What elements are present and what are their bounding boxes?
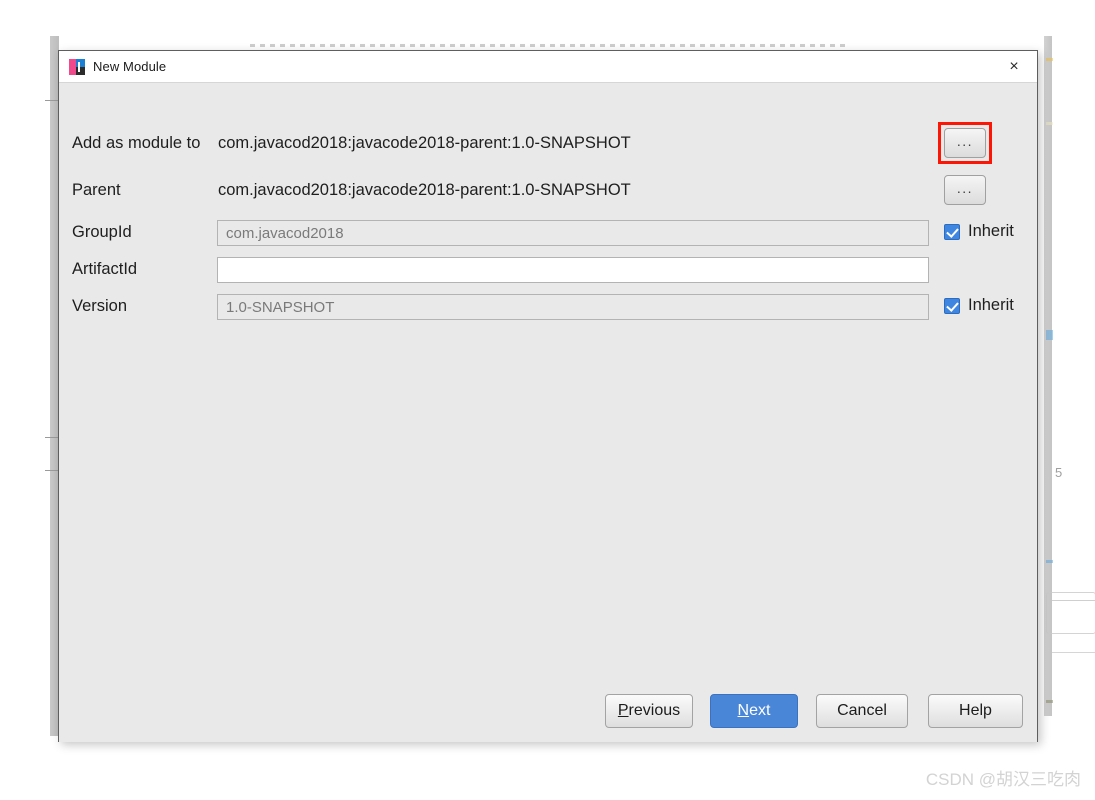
dialog-titlebar: New Module × [59, 51, 1037, 83]
value-add-as-module-to: com.javacod2018:javacode2018-parent:1.0-… [218, 134, 631, 152]
version-input[interactable] [217, 294, 929, 320]
groupid-input[interactable] [217, 220, 929, 246]
row-groupid: GroupId Inherit [59, 217, 1037, 247]
intellij-idea-icon [69, 58, 85, 75]
background-separator [1052, 652, 1095, 653]
row-add-as-module-to: Add as module to com.javacod2018:javacod… [59, 122, 1037, 164]
background-marker [1046, 122, 1053, 125]
row-version: Version Inherit [59, 291, 1037, 321]
close-icon[interactable]: × [991, 51, 1037, 82]
background-text-artifact: 5 [1055, 465, 1063, 480]
browse-add-as-module-to-button[interactable]: ... [944, 128, 986, 158]
previous-label: revious [628, 702, 681, 719]
label-version: Version [72, 297, 128, 315]
csdn-watermark: CSDN @胡汉三吃肉 [925, 770, 1081, 789]
background-marker [1046, 700, 1053, 703]
checkbox-checked-icon [944, 223, 960, 240]
browse-parent-button[interactable]: ... [944, 175, 986, 205]
dialog-title: New Module [93, 59, 167, 74]
background-separator [45, 470, 59, 471]
label-groupid: GroupId [72, 223, 132, 241]
next-label: ext [749, 702, 771, 719]
artifactid-input[interactable] [217, 257, 929, 283]
label-add-as-module-to: Add as module to [72, 134, 201, 152]
cancel-button[interactable]: Cancel [816, 694, 908, 728]
dialog-footer: Previous Next Cancel Help [59, 694, 1037, 728]
background-marker [1046, 58, 1053, 61]
previous-button[interactable]: Previous [605, 694, 693, 728]
dialog-body: Add as module to com.javacod2018:javacod… [59, 83, 1037, 742]
groupid-inherit-label: Inherit [968, 222, 1014, 240]
label-parent: Parent [72, 181, 121, 199]
row-parent: Parent com.javacod2018:javacode2018-pare… [59, 175, 1037, 205]
next-mnemonic: N [737, 702, 750, 719]
background-panel-artifact [1046, 592, 1095, 634]
background-toolbar-artifact [250, 44, 850, 47]
background-marker [1046, 330, 1053, 340]
next-button[interactable]: Next [710, 694, 798, 728]
groupid-inherit-checkbox[interactable]: Inherit [944, 222, 1014, 241]
checkbox-checked-icon [944, 297, 960, 314]
background-separator [45, 437, 59, 438]
previous-mnemonic: P [617, 702, 629, 719]
row-artifactid: ArtifactId [59, 254, 1037, 284]
help-button[interactable]: Help [928, 694, 1023, 728]
version-inherit-label: Inherit [968, 296, 1014, 314]
new-module-dialog: New Module × Add as module to com.javaco… [58, 50, 1038, 742]
label-artifactid: ArtifactId [72, 260, 138, 278]
value-parent: com.javacod2018:javacode2018-parent:1.0-… [218, 181, 631, 199]
background-separator [45, 100, 59, 101]
version-inherit-checkbox[interactable]: Inherit [944, 296, 1014, 315]
background-marker [1046, 560, 1053, 563]
